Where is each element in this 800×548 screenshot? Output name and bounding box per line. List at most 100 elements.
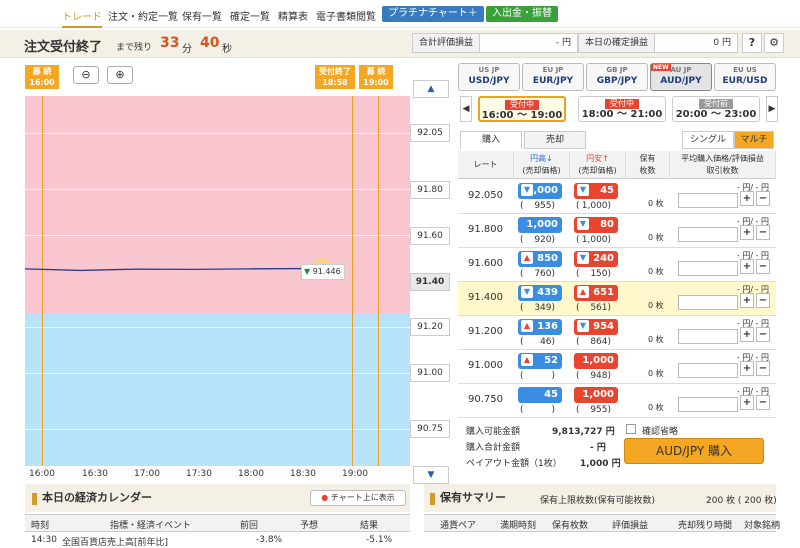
nav-trade[interactable]: トレード <box>62 8 102 28</box>
x-tick: 19:00 <box>342 469 368 479</box>
yenyasu-sell: (561) <box>576 303 612 313</box>
yenyasu-price: 240 <box>593 253 614 264</box>
nav-holdings[interactable]: 保有一覧 <box>182 8 222 23</box>
col-avg-label: 平均購入価格/評価損益 <box>681 154 764 163</box>
rate-row: 91.800 1,000 (920) ▼ 80 (1,000) 0 枚 - 円/ … <box>458 214 776 248</box>
pair-gbpjpy[interactable]: GB JP GBP/JPY <box>586 63 648 91</box>
quantity-input[interactable] <box>678 329 738 344</box>
plus-icon[interactable]: + <box>740 225 754 240</box>
minus-icon[interactable]: − <box>756 293 770 308</box>
nav-orders[interactable]: 注文・約定一覧 <box>108 8 178 23</box>
down-arrow-icon: ▼ <box>577 252 589 264</box>
scroll-up-icon[interactable]: ▲ <box>413 80 449 98</box>
tab-sell[interactable]: 売却 <box>524 131 586 149</box>
minus-icon[interactable]: − <box>756 395 770 410</box>
quantity-input[interactable] <box>678 193 738 208</box>
yenyasu-button[interactable]: ▲ 651 <box>574 285 618 301</box>
countdown-sub: まで残り <box>116 43 153 53</box>
today-pl-box: 本日の確定損益 0 円 <box>578 33 738 53</box>
nav-statement[interactable]: 精算表 <box>278 8 308 23</box>
yenyasu-button[interactable]: ▼ 45 <box>574 183 618 199</box>
platinum-chart-button[interactable]: プラチナチャート＋ <box>382 6 484 22</box>
yendaka-price: 850 <box>537 253 558 264</box>
session-time: 16:00 〜 19:00 <box>481 110 563 121</box>
plus-icon[interactable]: + <box>740 361 754 376</box>
x-tick: 16:30 <box>82 469 108 479</box>
pair-flags: GB JP <box>606 66 628 74</box>
col-pos-label: 保有 <box>639 154 656 163</box>
price-chart[interactable]: 募 続 16:00 受付終了 18:58 募 続 19:00 ⊖ ⊕ ▼ 91.… <box>25 60 410 466</box>
yenyasu-price: 1,000 <box>582 355 614 366</box>
yenyasu-button[interactable]: 1,000 <box>574 387 618 403</box>
pair-flags: EU US <box>733 66 757 74</box>
show-on-chart-button[interactable]: ● チャート上に表示 <box>310 490 406 506</box>
yenyasu-button[interactable]: ▼ 80 <box>574 217 618 233</box>
quantity-input[interactable] <box>678 397 738 412</box>
buy-button[interactable]: AUD/JPY 購入 <box>624 438 764 464</box>
plus-icon[interactable]: + <box>740 327 754 342</box>
deposit-button[interactable]: 入出金・振替 <box>486 6 558 22</box>
col-yenyasu-sub: (売却価格) <box>578 166 617 175</box>
confirm-checkbox[interactable] <box>626 424 636 434</box>
gear-icon[interactable]: ⚙ <box>764 33 784 53</box>
pair-audjpy[interactable]: NEW AU JP AUD/JPY <box>650 63 712 91</box>
yendaka-button[interactable]: 45 <box>518 387 562 403</box>
total-value: - 円 <box>590 443 606 453</box>
single-mode-button[interactable]: シングル <box>682 131 734 149</box>
plus-icon[interactable]: + <box>740 293 754 308</box>
minus-icon[interactable]: − <box>756 327 770 342</box>
yendaka-button[interactable]: ▼ 1,000 <box>518 183 562 199</box>
plus-icon[interactable]: + <box>740 395 754 410</box>
session-prev-icon[interactable]: ◀ <box>460 96 472 122</box>
rate-row: 92.050 ▼ 1,000 (955) ▼ 45 (1,000) 0 枚 - 円/… <box>458 180 776 214</box>
yenyasu-sell-value: 1,000 <box>581 201 608 211</box>
col-avg-sub: 取引枚数 <box>706 166 739 175</box>
yendaka-button[interactable]: ▲ 136 <box>518 319 562 335</box>
scroll-down-icon[interactable]: ▼ <box>413 466 449 484</box>
countdown-title: 注文受付終了 <box>24 40 103 55</box>
yenyasu-button[interactable]: ▼ 954 <box>574 319 618 335</box>
limit-label: 保有上限枚数(保有可能枚数) <box>540 496 656 506</box>
minus-icon[interactable]: − <box>756 259 770 274</box>
quantity-input[interactable] <box>678 261 738 276</box>
pair-usdjpy[interactable]: US JP USD/JPY <box>458 63 520 91</box>
up-arrow-icon: ▲ <box>521 252 533 264</box>
today-pl-value: 0 円 <box>713 38 731 48</box>
plus-icon[interactable]: + <box>740 191 754 206</box>
yendaka-price: 45 <box>544 389 558 400</box>
session-2[interactable]: 受付中 18:00 〜 21:00 <box>578 96 666 122</box>
nav-settled[interactable]: 確定一覧 <box>230 8 270 23</box>
tab-buy[interactable]: 購入 <box>460 131 522 149</box>
calendar-marker <box>32 493 37 505</box>
cal-col: 前回 <box>240 521 259 531</box>
yenyasu-sell: (1,000) <box>576 235 612 245</box>
help-button[interactable]: ? <box>742 33 762 53</box>
yenyasu-button[interactable]: 1,000 <box>574 353 618 369</box>
yenyasu-price: 1,000 <box>582 389 614 400</box>
yendaka-button[interactable]: ▼ 439 <box>518 285 562 301</box>
minus-icon[interactable]: − <box>756 225 770 240</box>
quantity-input[interactable] <box>678 363 738 378</box>
minus-icon[interactable]: − <box>756 361 770 376</box>
session-status: 受付中 <box>605 99 639 109</box>
yenyasu-sell: (955) <box>576 405 612 415</box>
session-1[interactable]: 受付中 16:00 〜 19:00 <box>478 96 566 122</box>
session-3[interactable]: 受付前 20:00 〜 23:00 <box>672 96 760 122</box>
yendaka-button[interactable]: 1,000 <box>518 217 562 233</box>
multi-mode-button[interactable]: マルチ <box>734 131 774 149</box>
x-tick: 17:30 <box>186 469 212 479</box>
countdown-seconds: 40 <box>200 35 220 51</box>
pair-eurjpy[interactable]: EU JP EUR/JPY <box>522 63 584 91</box>
yenyasu-price: 80 <box>600 219 614 230</box>
yenyasu-button[interactable]: ▼ 240 <box>574 251 618 267</box>
pair-eurusd[interactable]: EU US EUR/USD <box>714 63 776 91</box>
quantity-input[interactable] <box>678 295 738 310</box>
session-next-icon[interactable]: ▶ <box>766 96 778 122</box>
quantity-input[interactable] <box>678 227 738 242</box>
yendaka-sell: (920) <box>520 235 556 245</box>
yendaka-button[interactable]: ▲ 850 <box>518 251 562 267</box>
minus-icon[interactable]: − <box>756 191 770 206</box>
yendaka-button[interactable]: ▲ 52 <box>518 353 562 369</box>
nav-documents[interactable]: 電子書類閲覧 <box>316 8 376 23</box>
plus-icon[interactable]: + <box>740 259 754 274</box>
